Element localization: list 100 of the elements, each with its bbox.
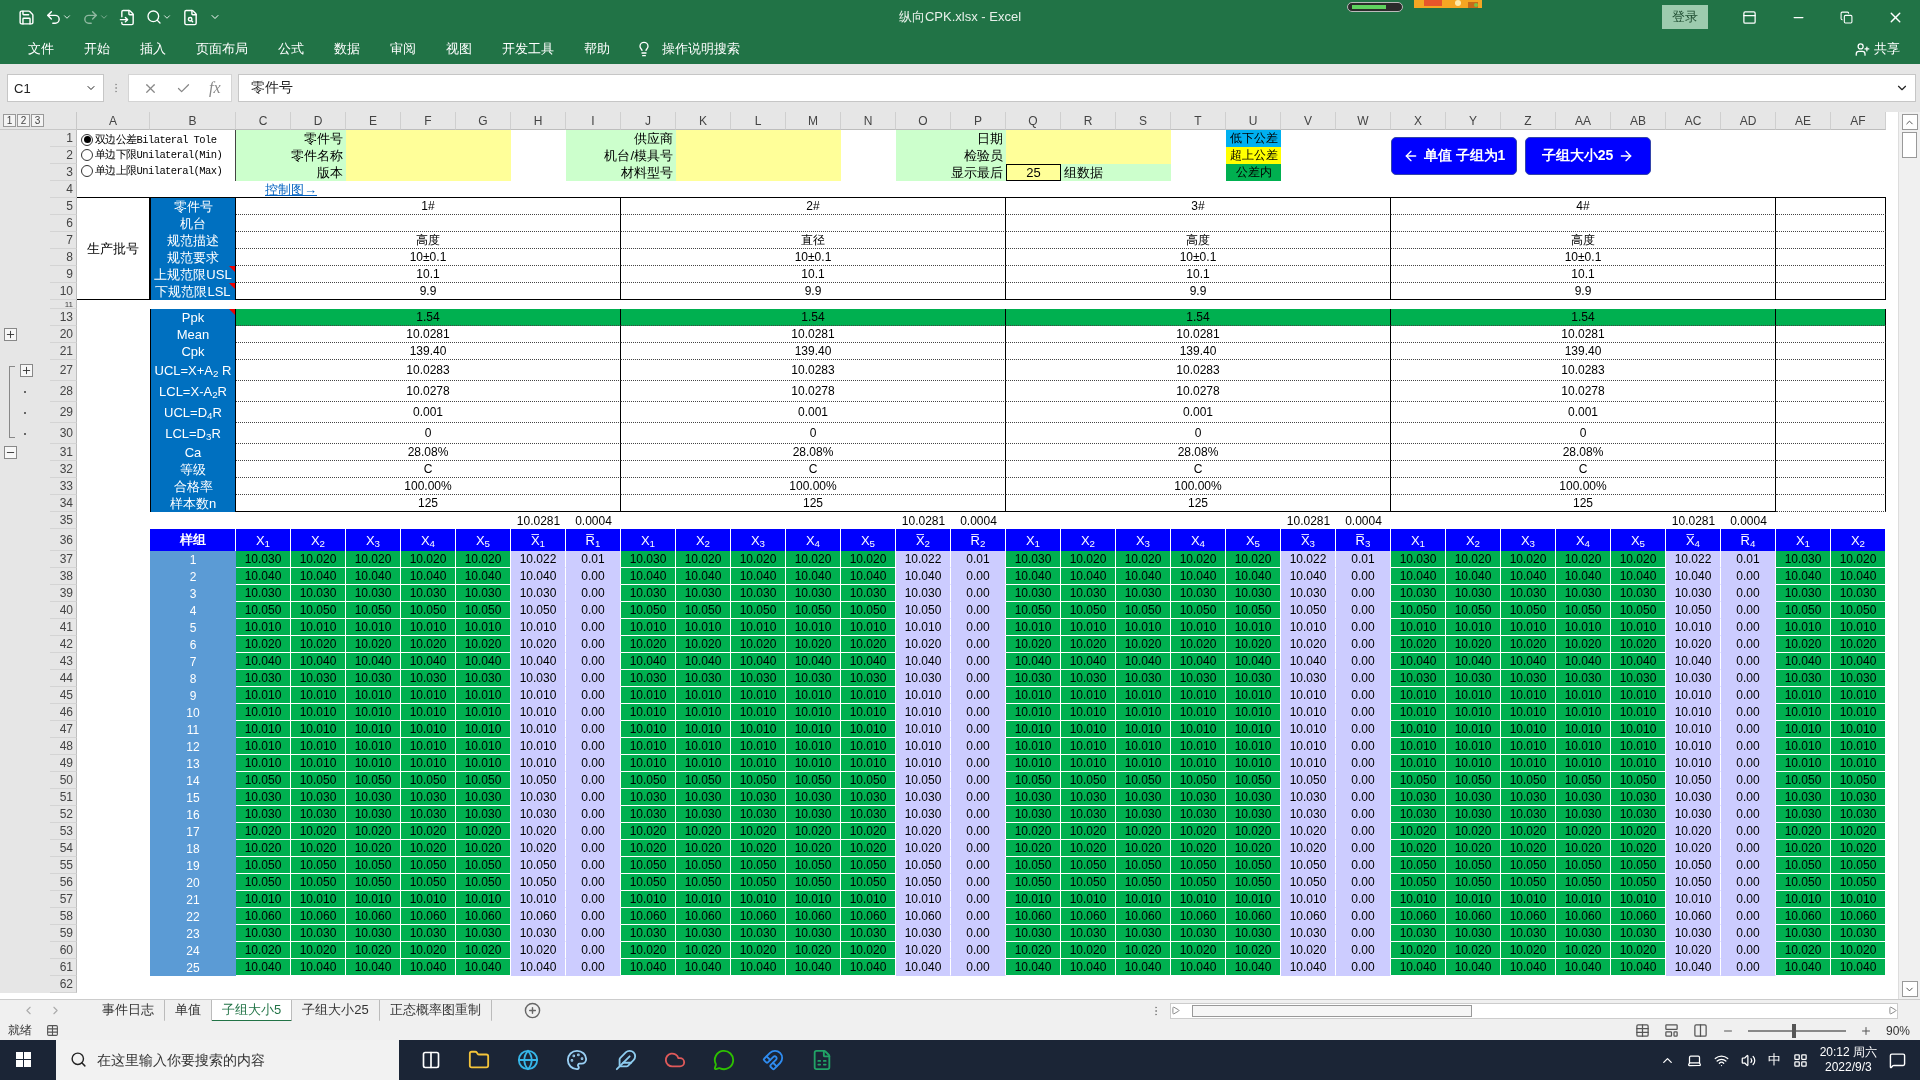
table-cell: 0.00 [1336, 874, 1391, 891]
outline-level-button[interactable]: 3 [31, 114, 44, 127]
summary-value: 0.0004 [959, 512, 998, 529]
magnet-icon[interactable] [762, 1049, 784, 1071]
nav-button[interactable]: 子组大小25 [1525, 136, 1651, 175]
notification-icon[interactable] [1889, 1051, 1906, 1069]
redo-icon[interactable] [82, 8, 99, 26]
undo-icon[interactable] [45, 8, 62, 26]
input-field[interactable] [676, 130, 841, 147]
palette-icon[interactable] [566, 1049, 588, 1071]
outline-level-button[interactable]: 1 [3, 114, 16, 127]
normal-view-icon[interactable] [1634, 1023, 1650, 1038]
search-field[interactable]: 在这里输入你要搜索的内容 [56, 1040, 399, 1080]
input-field[interactable] [1006, 130, 1171, 147]
ribbon-tab[interactable]: 开发工具 [488, 40, 570, 58]
table-cell: 10.010 [621, 721, 676, 738]
caret-icon[interactable] [162, 12, 172, 22]
input-field[interactable] [346, 130, 511, 147]
input-field[interactable] [1006, 147, 1171, 164]
row-label: Cpk [150, 343, 236, 360]
ribbon-display-icon[interactable] [1742, 9, 1757, 25]
ribbon-tab[interactable]: 页面布局 [182, 40, 264, 58]
scrollbar-thumb[interactable] [1192, 1004, 1472, 1017]
add-sheet-icon[interactable] [523, 1002, 541, 1019]
scroll-down-button[interactable] [1901, 981, 1918, 997]
table-cell: 0.00 [1336, 687, 1391, 704]
table-cell: 0.00 [1336, 585, 1391, 602]
input-field[interactable] [676, 164, 841, 181]
spreadsheet-icon[interactable] [811, 1049, 833, 1071]
volume-icon[interactable] [1740, 1052, 1756, 1068]
chat-icon[interactable] [713, 1049, 735, 1071]
summary-value: 0.0004 [1344, 512, 1383, 529]
name-box[interactable]: C1 [7, 74, 104, 102]
restore-icon[interactable] [1840, 10, 1853, 24]
table-cell: 10.020 [291, 823, 346, 840]
table-cell: 0.00 [566, 721, 621, 738]
table-cell: 10.010 [236, 738, 291, 755]
table-cell: 10.050 [236, 602, 291, 619]
caret-icon[interactable] [62, 12, 72, 22]
count-field[interactable]: 25 [1006, 164, 1061, 181]
table-cell: 10.020 [1171, 840, 1226, 857]
laptop-icon[interactable] [1686, 1052, 1702, 1068]
scroll-right-icon[interactable] [1888, 1006, 1897, 1015]
wifi-icon[interactable] [1713, 1052, 1729, 1068]
ribbon-tab[interactable]: 插入 [126, 40, 182, 58]
share-button[interactable]: 共享 [1855, 40, 1900, 58]
page-layout-icon[interactable] [1663, 1023, 1679, 1038]
ribbon-tab[interactable]: 开始 [70, 40, 126, 58]
table-cell: 10.040 [1831, 959, 1886, 976]
ribbon-tab[interactable]: 公式 [264, 40, 320, 58]
outline-level-button[interactable]: 2 [17, 114, 30, 127]
globe-icon[interactable] [517, 1049, 539, 1071]
ribbon-tab[interactable]: 审阅 [376, 40, 432, 58]
chart-link[interactable]: 控制图→ [236, 181, 346, 198]
radio-option[interactable]: 单边下限Unilateral(Min) [81, 148, 223, 163]
field-label: 检验员 [896, 147, 1006, 164]
sheet-tab[interactable]: 子组大小5 [212, 999, 293, 1022]
input-method[interactable]: 中 [1767, 1051, 1781, 1069]
table-cell: 10.020 [1171, 942, 1226, 959]
table-cell: 10.010 [1116, 704, 1171, 721]
radio-option[interactable]: 单边上限Unilateral(Max) [81, 164, 223, 179]
ribbon-tab[interactable]: 数据 [320, 40, 376, 58]
radio-option[interactable]: 双边公差Bilateral Tole [81, 132, 217, 147]
column-header: X̅$_{3}$ [1281, 529, 1336, 551]
table-cell: 0.00 [1721, 840, 1776, 857]
feather-icon[interactable] [615, 1049, 637, 1071]
scrollbar-thumb[interactable] [1902, 132, 1917, 158]
table-cell: 10.010 [1501, 738, 1556, 755]
table-cell: 0.01 [951, 551, 1006, 568]
table-cell: 10.1 [1006, 266, 1391, 283]
page-break-icon[interactable] [1692, 1023, 1708, 1038]
zoom-in-icon[interactable] [1859, 1024, 1872, 1037]
table-cell: 10.030 [1061, 670, 1116, 687]
row-number: 4 [50, 181, 77, 198]
slider-thumb[interactable] [1792, 1023, 1796, 1038]
table-cell: 10.030 [291, 925, 346, 942]
document-icon[interactable] [119, 8, 136, 26]
tell-me-search[interactable]: 操作说明搜索 [662, 40, 740, 58]
print-preview-icon[interactable] [182, 8, 199, 26]
collapse-button[interactable] [4, 446, 17, 459]
search-icon[interactable] [146, 9, 162, 25]
row-number: 27 [50, 360, 77, 381]
expand-button[interactable] [4, 328, 17, 341]
ribbon-tab[interactable]: 文件 [14, 40, 70, 58]
formula-field[interactable]: 零件号 [237, 74, 1916, 102]
expand-button[interactable] [20, 364, 33, 377]
ribbon-tab[interactable]: 帮助 [570, 40, 626, 58]
ribbon-tab[interactable]: 视图 [432, 40, 488, 58]
folder-icon[interactable] [468, 1049, 490, 1071]
task-view-icon[interactable] [421, 1050, 441, 1070]
nav-button[interactable]: 单值 子组为1 [1391, 136, 1517, 175]
zoom-reading[interactable]: 90% [1885, 1023, 1920, 1038]
sign-in-button[interactable]: 登录 [1662, 5, 1708, 29]
scroll-up-button[interactable] [1901, 114, 1918, 130]
keyboard-icon[interactable] [1792, 1052, 1808, 1068]
input-field[interactable] [346, 164, 511, 181]
table-cell: 10.040 [1611, 653, 1666, 670]
table-cell: 10.030 [236, 925, 291, 942]
function-button[interactable]: fx [209, 79, 221, 97]
clock[interactable]: 20:12 周六 2022/9/3 [1819, 1045, 1877, 1075]
